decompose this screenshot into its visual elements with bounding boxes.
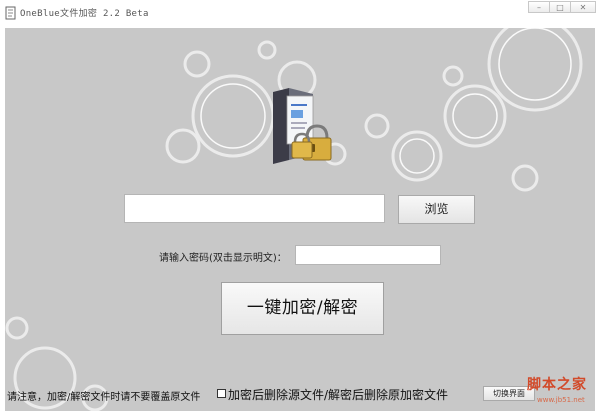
watermark-url: www.jb51.net xyxy=(537,396,585,404)
title-bar[interactable]: OneBlue文件加密 2.2 Beta – □ ✕ xyxy=(0,0,600,27)
main-panel: 浏览 请输入密码(双击显示明文)： 一键加密/解密 请注意，加密/解密文件时请不… xyxy=(5,28,595,411)
password-label: 请输入密码(双击显示明文)： xyxy=(159,253,287,264)
app-window: OneBlue文件加密 2.2 Beta – □ ✕ 浏览 请输入密码(双击显示… xyxy=(0,0,600,411)
site-watermark: 脚本之家 www.jb51.net xyxy=(515,374,595,410)
app-file-icon xyxy=(5,6,16,20)
window-title: OneBlue文件加密 2.2 Beta xyxy=(20,9,149,19)
delete-source-label[interactable]: 加密后删除源文件/解密后删除原加密文件 xyxy=(228,386,448,403)
password-input[interactable] xyxy=(295,245,441,265)
minimize-button[interactable]: – xyxy=(528,1,550,13)
folder-lock-icon xyxy=(273,88,332,164)
delete-source-checkbox[interactable] xyxy=(217,389,226,398)
close-button[interactable]: ✕ xyxy=(570,1,596,13)
watermark-text: 脚本之家 xyxy=(527,377,587,393)
browse-button[interactable]: 浏览 xyxy=(398,195,475,224)
file-path-input[interactable] xyxy=(124,194,385,223)
notice-text: 请注意，加密/解密文件时请不要覆盖原文件 xyxy=(7,392,201,403)
maximize-button[interactable]: □ xyxy=(549,1,571,13)
encrypt-decrypt-button[interactable]: 一键加密/解密 xyxy=(221,282,384,335)
